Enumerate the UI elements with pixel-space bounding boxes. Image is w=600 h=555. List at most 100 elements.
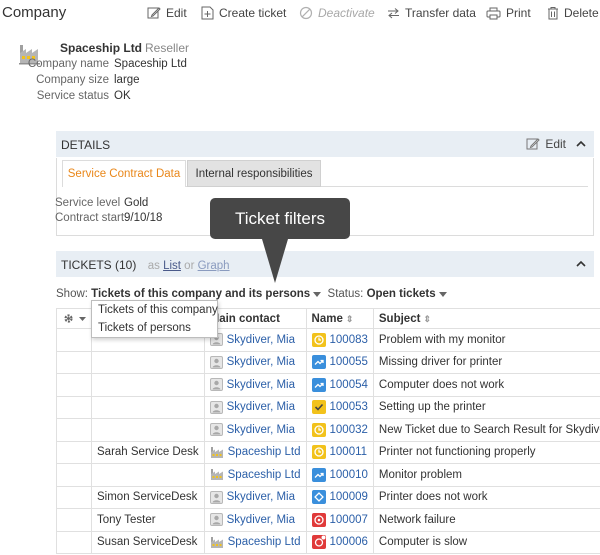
row-select-cell[interactable] — [56, 328, 92, 352]
ticket-number-cell[interactable]: 100007 — [305, 508, 374, 532]
subject-cell[interactable]: New Ticket due to Search Result for Skyd… — [372, 418, 600, 442]
ticket-number-cell[interactable]: 100011 — [305, 440, 374, 464]
ticket-number-cell[interactable]: 100053 — [305, 395, 374, 419]
ticket-number-cell[interactable]: 100032 — [305, 418, 374, 442]
main-contact-cell[interactable]: Skydiver, Mia — [203, 508, 307, 532]
subject-cell[interactable]: Printer does not work — [372, 485, 600, 509]
table-row[interactable]: Skydiver, Mia 100032 New Ticket due to Sea… — [56, 418, 600, 442]
company-name-field: Company name Spaceship Ltd — [0, 58, 187, 70]
main-contact-link[interactable]: Skydiver, Mia — [227, 424, 295, 436]
ticket-number-cell[interactable]: 100054 — [305, 373, 374, 397]
view-list-link[interactable]: List — [163, 260, 181, 272]
subject-cell[interactable]: Computer does not work — [372, 373, 600, 397]
tab-service-contract-data[interactable]: Service Contract Data — [62, 160, 186, 187]
menu-item-tickets-of-persons[interactable]: Tickets of persons — [98, 322, 191, 334]
view-graph-link[interactable]: Graph — [198, 260, 230, 272]
subject-header-label: Subject — [378, 312, 421, 325]
subject-cell[interactable]: Monitor problem — [372, 463, 600, 487]
row-select-cell[interactable] — [56, 440, 92, 464]
main-contact-cell[interactable]: Skydiver, Mia — [203, 373, 307, 397]
main-contact-cell[interactable]: Skydiver, Mia — [203, 328, 307, 352]
table-row[interactable]: Skydiver, Mia 100053 Setting up the printe… — [56, 395, 600, 419]
main-contact-link[interactable]: Spaceship Ltd — [228, 469, 301, 481]
row-select-cell[interactable] — [56, 418, 92, 442]
status-filter-value: Open tickets — [366, 288, 436, 300]
main-contact-cell[interactable]: Skydiver, Mia — [203, 485, 307, 509]
subject-cell[interactable]: Network failure — [372, 508, 600, 532]
ticket-number-link[interactable]: 100006 — [330, 536, 368, 548]
subject-cell[interactable]: Printer not functioning properly — [372, 440, 600, 464]
menu-item-tickets-of-this-company[interactable]: Tickets of this company — [98, 304, 218, 316]
caret-down-icon — [79, 316, 86, 321]
main-contact-link[interactable]: Skydiver, Mia — [227, 514, 295, 526]
ticket-number-link[interactable]: 100054 — [330, 379, 368, 391]
main-contact-cell[interactable]: Spaceship Ltd — [203, 463, 307, 487]
table-row[interactable]: Spaceship Ltd 100010 Monitor problem — [56, 463, 600, 487]
main-contact-link[interactable]: Spaceship Ltd — [228, 446, 301, 458]
table-row[interactable]: Skydiver, Mia 100054 Computer does not wor… — [56, 373, 600, 397]
ticket-filters-bar: Show: Tickets of this company and its pe… — [56, 288, 447, 300]
table-row[interactable]: Susan ServiceDesk Spaceship Ltd 100006 Comp… — [56, 530, 600, 554]
main-contact-link[interactable]: Skydiver, Mia — [227, 491, 295, 503]
ticket-number-link[interactable]: 100011 — [330, 446, 368, 458]
row-select-cell[interactable] — [56, 350, 92, 374]
edit-button[interactable]: Edit — [147, 6, 187, 20]
details-collapse-chevron-icon[interactable] — [576, 140, 586, 147]
main-contact-cell[interactable]: Spaceship Ltd — [203, 440, 307, 464]
row-select-cell[interactable] — [56, 395, 92, 419]
main-contact-cell[interactable]: Skydiver, Mia — [203, 418, 307, 442]
delete-button[interactable]: Delete — [547, 6, 599, 20]
print-button[interactable]: Print — [486, 6, 531, 20]
main-contact-cell[interactable]: Skydiver, Mia — [203, 395, 307, 419]
row-select-cell[interactable] — [56, 530, 92, 554]
ticket-number-link[interactable]: 100053 — [330, 401, 368, 413]
tab-internal-responsibilities[interactable]: Internal responsibilities — [187, 160, 321, 187]
ticket-number-cell[interactable]: 100083 — [305, 328, 374, 352]
row-select-cell[interactable] — [56, 373, 92, 397]
details-edit-button[interactable]: Edit — [526, 137, 566, 151]
status-filter-dropdown[interactable]: Open tickets — [367, 288, 447, 300]
main-contact-cell[interactable]: Spaceship Ltd — [203, 530, 307, 554]
subject-cell[interactable]: Setting up the printer — [372, 395, 600, 419]
main-contact-link[interactable]: Skydiver, Mia — [227, 334, 295, 346]
row-select-cell[interactable] — [56, 485, 92, 509]
row-select-cell[interactable] — [56, 508, 92, 532]
ticket-number-cell[interactable]: 100006 — [305, 530, 374, 554]
column-header-subject[interactable]: Subject ⇕ — [372, 308, 600, 329]
table-row[interactable]: Tony Tester Skydiver, Mia 100007 Network fa… — [56, 508, 600, 532]
main-contact-link[interactable]: Skydiver, Mia — [227, 356, 295, 368]
ticket-number-link[interactable]: 100009 — [330, 491, 368, 503]
subject-cell[interactable]: Computer is slow — [372, 530, 600, 554]
create-ticket-button[interactable]: Create ticket — [201, 6, 286, 20]
ticket-number-link[interactable]: 100007 — [330, 514, 368, 526]
table-row[interactable]: Simon ServiceDesk Skydiver, Mia 100009 Prin… — [56, 485, 600, 509]
main-contact-link[interactable]: Skydiver, Mia — [227, 379, 295, 391]
column-settings-header[interactable] — [56, 308, 92, 329]
gear-icon[interactable] — [62, 312, 75, 325]
field-label: Company size — [36, 74, 109, 86]
deactivate-button[interactable]: Deactivate — [299, 6, 375, 20]
table-row[interactable]: Skydiver, Mia 100055 Missing driver for pr… — [56, 350, 600, 374]
main-contact-link[interactable]: Skydiver, Mia — [227, 401, 295, 413]
tickets-collapse-chevron-icon[interactable] — [576, 260, 586, 267]
column-header-main-contact[interactable]: Main contact — [203, 308, 307, 329]
column-header-name[interactable]: Name ⇕ — [305, 308, 374, 329]
transfer-data-button[interactable]: Transfer data — [387, 6, 476, 20]
transfer-data-label: Transfer data — [405, 6, 476, 20]
ticket-status-waiting-icon — [311, 445, 326, 460]
ticket-number-cell[interactable]: 100010 — [305, 463, 374, 487]
ticket-number-link[interactable]: 100083 — [330, 334, 368, 346]
subject-cell[interactable]: Missing driver for printer — [372, 350, 600, 374]
ticket-number-link[interactable]: 100055 — [330, 356, 368, 368]
ticket-number-link[interactable]: 100032 — [330, 424, 368, 436]
table-row[interactable]: Sarah Service Desk Spaceship Ltd 100011 Pri… — [56, 440, 600, 464]
row-select-cell[interactable] — [56, 463, 92, 487]
ticket-number-link[interactable]: 100010 — [330, 469, 368, 481]
ticket-number-cell[interactable]: 100055 — [305, 350, 374, 374]
main-contact-link[interactable]: Spaceship Ltd — [228, 536, 301, 548]
ticket-number-cell[interactable]: 100009 — [305, 485, 374, 509]
main-contact-cell[interactable]: Skydiver, Mia — [203, 350, 307, 374]
ticket-status-waiting-icon — [311, 422, 326, 437]
show-filter-dropdown[interactable]: Tickets of this company and its persons — [91, 288, 322, 300]
subject-cell[interactable]: Problem with my monitor — [372, 328, 600, 352]
